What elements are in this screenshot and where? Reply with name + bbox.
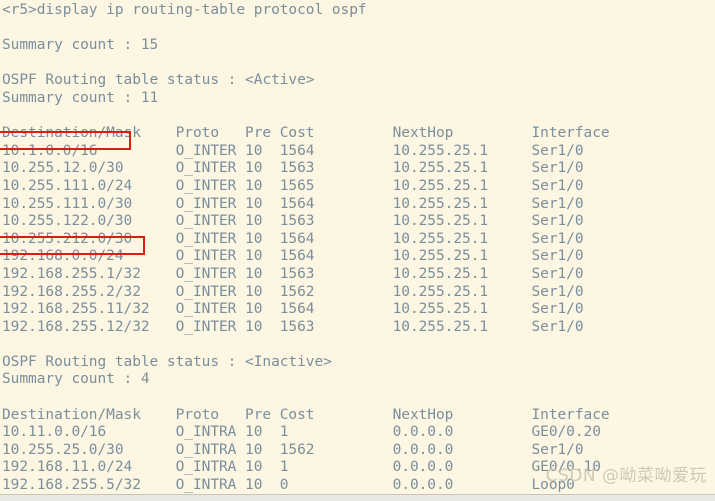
table-row: 10.255.12.0/30 O_INTER 10 1563 10.255.25… [2,160,584,177]
table-row: 10.255.25.0/30 O_INTRA 10 1562 0.0.0.0 S… [2,441,584,458]
table-row: 10.255.111.0/30 O_INTER 10 1564 10.255.2… [2,195,584,212]
inactive-summary-count: Summary count : 4 [2,371,150,388]
table-row: 192.168.255.11/32 O_INTER 10 1564 10.255… [2,301,584,318]
active-table-header: Destination/Mask Proto Pre Cost NextHop … [2,125,610,142]
table-row: 10.1.0.0/16 O_INTER 10 1564 10.255.25.1 … [2,142,584,159]
active-table-status: OSPF Routing table status : <Active> [2,72,315,89]
window-bottom-bar [0,494,715,501]
csdn-watermark: CSDN @呦菜呦爱玩 [545,466,707,486]
table-row: 10.255.111.0/24 O_INTER 10 1565 10.255.2… [2,177,584,194]
table-row: 10.11.0.0/16 O_INTRA 10 1 0.0.0.0 GE0/0.… [2,424,601,441]
table-row: 192.168.255.2/32 O_INTER 10 1562 10.255.… [2,283,584,300]
table-row: 192.168.0.0/24 O_INTER 10 1564 10.255.25… [2,248,584,265]
command-prompt-line: <r5>display ip routing-table protocol os… [2,2,367,18]
table-row: 192.168.255.12/32 O_INTER 10 1563 10.255… [2,318,584,335]
table-row: 192.168.255.1/32 O_INTER 10 1563 10.255.… [2,265,584,282]
active-summary-count: Summary count : 11 [2,89,159,106]
terminal-output-pane[interactable]: <r5>display ip routing-table protocol os… [0,0,715,494]
summary-count-total: Summary count : 15 [2,37,159,54]
inactive-table-header: Destination/Mask Proto Pre Cost NextHop … [2,406,610,423]
inactive-table-status: OSPF Routing table status : <Inactive> [2,353,332,370]
table-row: 10.255.122.0/30 O_INTER 10 1563 10.255.2… [2,213,584,230]
table-row: 10.255.212.0/30 O_INTER 10 1564 10.255.2… [2,230,584,247]
